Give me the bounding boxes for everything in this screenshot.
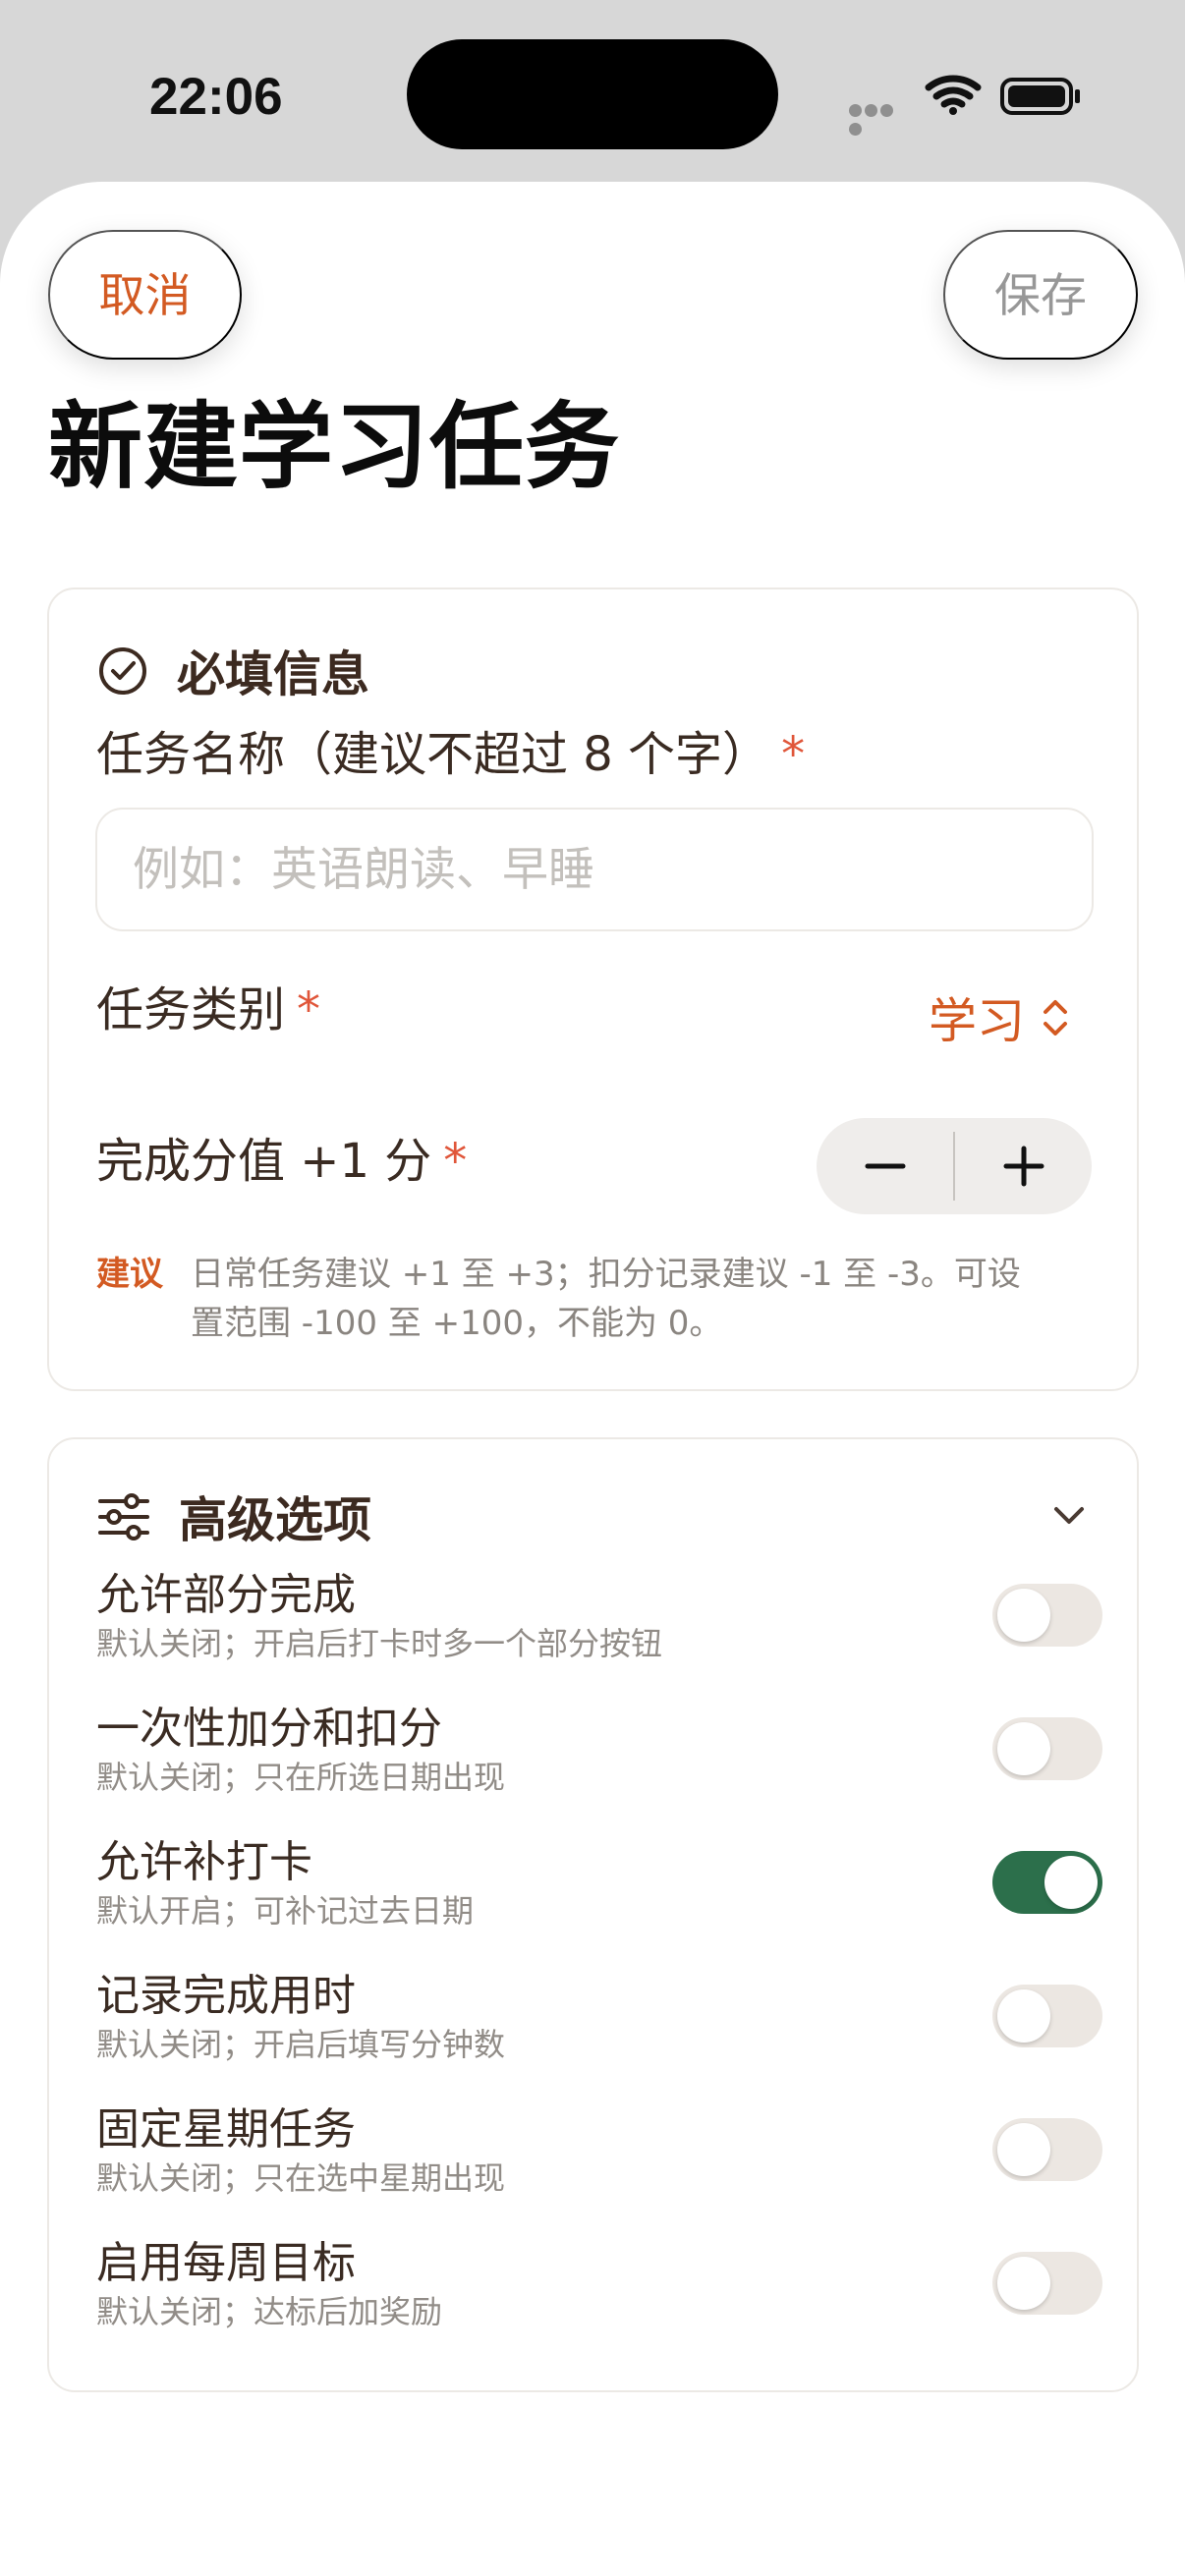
task-name-input[interactable] (95, 808, 1094, 931)
option-title: 记录完成用时 (96, 1971, 356, 2021)
fixed-weekday-toggle[interactable] (992, 2118, 1102, 2181)
option-description: 默认关闭；开启后填写分钟数 (96, 2026, 506, 2063)
chevron-down-icon[interactable] (1046, 1492, 1092, 1538)
option-row-fixed-weekday: 固定星期任务 默认关闭；只在选中星期出现 (96, 2104, 1102, 2222)
option-title: 启用每周目标 (96, 2238, 356, 2288)
option-title: 允许补打卡 (96, 1837, 312, 1887)
score-hint: 建议 日常任务建议 +1 至 +3；扣分记录建议 -1 至 -3。可设置范围 -… (96, 1250, 1079, 1348)
task-category-select[interactable]: 学习 (929, 982, 1070, 1052)
minus-icon (865, 1163, 905, 1169)
dynamic-island (407, 39, 778, 149)
wifi-icon (925, 75, 982, 115)
task-name-label-text: 任务名称（建议不超过 8 个字） (96, 727, 770, 782)
required-section-header: 必填信息 (96, 636, 369, 705)
check-circle-icon (99, 646, 146, 695)
hint-tag: 建议 (96, 1255, 163, 1294)
weekly-goal-toggle[interactable] (992, 2252, 1102, 2315)
task-category-label: 任务类别 * (96, 982, 320, 1039)
plus-icon (1003, 1146, 1044, 1187)
option-row-one-time-score: 一次性加分和扣分 默认关闭；只在所选日期出现 (96, 1704, 1102, 1821)
cancel-button[interactable]: 取消 (48, 230, 242, 360)
required-section-title: 必填信息 (177, 646, 370, 702)
increase-score-button[interactable] (955, 1118, 1092, 1214)
decrease-score-button[interactable] (817, 1118, 953, 1214)
option-row-makeup-checkin: 允许补打卡 默认开启；可补记过去日期 (96, 1837, 1102, 1955)
one-time-score-toggle[interactable] (992, 1717, 1102, 1780)
task-category-value: 学习 (928, 993, 1025, 1049)
hint-text: 日常任务建议 +1 至 +3；扣分记录建议 -1 至 -3。可设置范围 -100… (191, 1255, 1021, 1343)
toggle-knob (997, 2257, 1050, 2310)
chevron-up-down-icon (1044, 999, 1067, 1036)
required-star: * (443, 1134, 468, 1189)
option-description: 默认开启；可补记过去日期 (96, 1892, 475, 1930)
option-description: 默认关闭；达标后加奖励 (96, 2293, 443, 2330)
score-label-text: 完成分值 +1 分 (96, 1134, 432, 1189)
sliders-icon (98, 1492, 149, 1540)
toggle-knob (997, 1989, 1050, 2043)
score-label: 完成分值 +1 分 * (96, 1134, 467, 1191)
required-info-card: 必填信息 任务名称（建议不超过 8 个字）* 任务类别* 学习 完成分值 +1 … (47, 588, 1139, 1391)
partial-complete-toggle[interactable] (992, 1584, 1102, 1647)
required-star: * (781, 727, 806, 782)
option-description: 默认关闭；只在选中星期出现 (96, 2159, 506, 2197)
advanced-options-card: 高级选项 允许部分完成 默认关闭；开启后打卡时多一个部分按钮 一次性加分和扣分 … (47, 1437, 1139, 2392)
option-title: 允许部分完成 (96, 1570, 356, 1620)
toggle-knob (997, 1589, 1050, 1642)
save-button[interactable]: 保存 (943, 230, 1138, 360)
toggle-knob (1044, 1856, 1098, 1909)
advanced-section-title: 高级选项 (179, 1492, 372, 1548)
page-title: 新建学习任务 (48, 392, 620, 502)
toggle-knob (997, 2123, 1050, 2176)
option-row-record-duration: 记录完成用时 默认关闭；开启后填写分钟数 (96, 1971, 1102, 2089)
makeup-checkin-toggle[interactable] (992, 1851, 1102, 1914)
option-title: 一次性加分和扣分 (96, 1704, 442, 1754)
advanced-section-header[interactable]: 高级选项 (96, 1482, 371, 1551)
toggle-knob (997, 1722, 1050, 1775)
option-row-weekly-goal: 启用每周目标 默认关闭；达标后加奖励 (96, 2238, 1102, 2356)
task-category-label-text: 任务类别 (96, 982, 286, 1037)
record-duration-toggle[interactable] (992, 1985, 1102, 2047)
option-title: 固定星期任务 (96, 2104, 356, 2155)
score-stepper[interactable] (817, 1118, 1092, 1214)
status-bar: 22:06 (0, 0, 1185, 187)
cellular-signal-icon (849, 102, 910, 136)
option-description: 默认关闭；只在所选日期出现 (96, 1759, 506, 1796)
option-row-partial-complete: 允许部分完成 默认关闭；开启后打卡时多一个部分按钮 (96, 1570, 1102, 1688)
battery-icon (1000, 78, 1080, 115)
required-star: * (297, 982, 321, 1037)
task-name-label: 任务名称（建议不超过 8 个字） * (96, 727, 805, 784)
new-task-sheet: 取消 保存 新建学习任务 必填信息 任务名称（建议不超过 8 个字）* 任务类别… (0, 182, 1185, 2576)
option-description: 默认关闭；开启后打卡时多一个部分按钮 (96, 1625, 663, 1662)
status-time: 22:06 (149, 68, 283, 126)
